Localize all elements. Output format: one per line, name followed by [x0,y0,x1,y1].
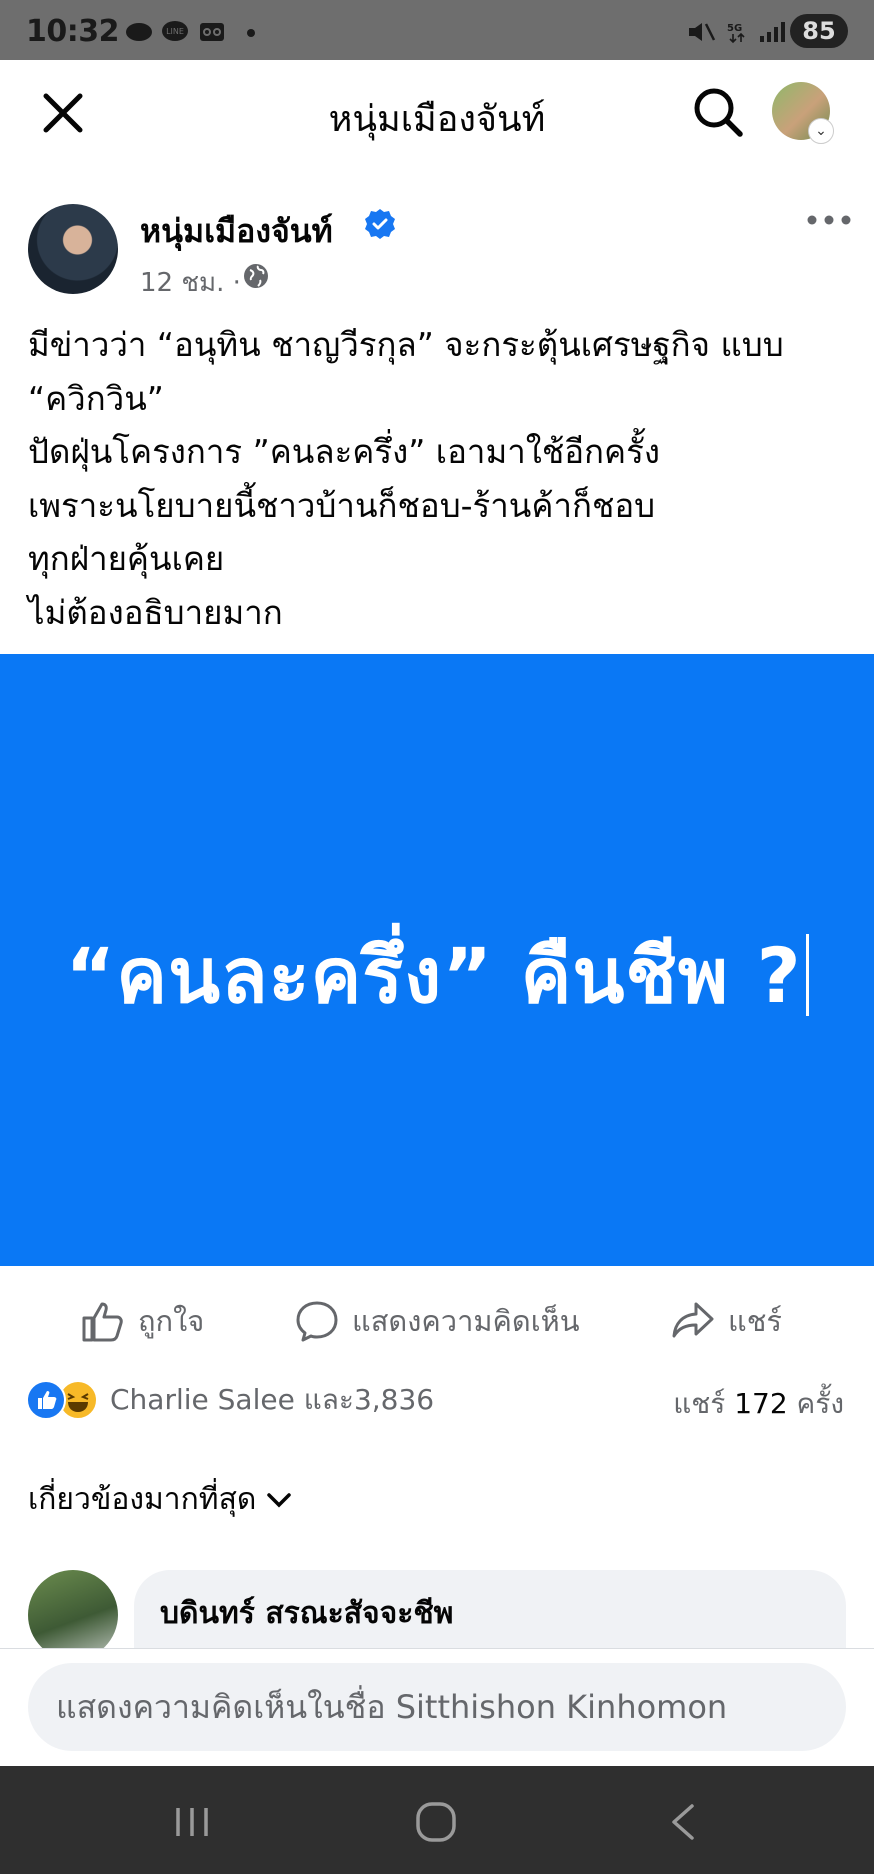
search-icon[interactable] [690,84,746,140]
post-image[interactable]: “คนละครึ่ง” คืนชีพ ? [0,654,874,1266]
back-icon[interactable] [662,1800,706,1844]
commenter-avatar[interactable] [28,1570,118,1660]
post-text: มีข่าวว่า “อนุทิน ชาญวีรกุล” จะกระตุ้นเศ… [28,325,784,632]
like-label: ถูกใจ [138,1304,205,1338]
post-image-caption: “คนละครึ่ง” คืนชีพ ? [0,916,874,1036]
share-label: แชร์ [728,1304,782,1338]
commenter-name[interactable]: บดินทร์ สรณะสัจจะชีพ [160,1590,453,1637]
notification-icon [126,23,152,41]
dot-icon [247,29,255,37]
reaction-count: Charlie Salee และ3,836 [110,1383,435,1416]
mute-icon [689,23,716,41]
signal-icon [760,22,785,42]
battery-indicator: 85 [790,14,848,48]
comment-label: แสดงความคิดเห็น [352,1304,580,1338]
thumbs-up-icon [82,1302,123,1342]
recent-apps-icon[interactable] [170,1800,214,1844]
author-name[interactable]: หนุ่มเมืองจันท์ [140,206,333,257]
post-image-caption-text: “คนละครึ่ง” คืนชีพ ? [65,931,802,1020]
like-reaction-icon [26,1380,66,1420]
comment-icon [296,1301,338,1342]
comment-button[interactable]: แสดงความคิดเห็น [294,1296,580,1346]
system-nav-bar [0,1766,874,1874]
verified-badge-icon [365,209,395,239]
like-button[interactable]: ถูกใจ [80,1296,204,1346]
share-count-label: แชร์ [673,1387,726,1420]
comment-composer-bar: แสดงความคิดเห็นในชื่อ Sitthishon Kinhomo… [0,1648,874,1766]
reaction-summary[interactable]: Charlie Salee และ3,836 [26,1378,434,1422]
share-count[interactable]: แชร์ 172 ครั้ง [673,1382,844,1426]
home-icon[interactable] [414,1800,458,1844]
share-icon [672,1302,714,1338]
post-timestamp[interactable]: 12 ชม. · [140,262,241,303]
author-avatar[interactable] [28,204,118,294]
more-options-icon[interactable] [806,210,852,230]
svg-text:LINE: LINE [166,27,184,36]
network-5g-icon: 5G [727,23,745,44]
share-count-value: 172 [734,1387,788,1420]
globe-icon [244,264,268,288]
chevron-down-icon [267,1492,292,1507]
share-button[interactable]: แชร์ [670,1296,782,1346]
comment-sort-dropdown[interactable]: เกี่ยวข้องมากที่สุด [28,1476,294,1523]
app-bar: หนุ่มเมืองจันท์ ⌄ [0,60,874,166]
comment-sort-label: เกี่ยวข้องมากที่สุด [28,1482,257,1517]
status-bar: 10:32 LINE 5G 85 [0,0,874,60]
share-count-unit: ครั้ง [796,1387,844,1420]
post-actions: ถูกใจ แสดงความคิดเห็น แชร์ [0,1290,874,1352]
comment-input[interactable]: แสดงความคิดเห็นในชื่อ Sitthishon Kinhomo… [28,1663,846,1751]
status-time: 10:32 [26,14,120,49]
line-app-icon: LINE [162,21,188,41]
chevron-down-icon[interactable]: ⌄ [808,118,834,144]
svg-text:5G: 5G [727,23,742,34]
text-cursor [805,934,809,1016]
voicemail-icon [200,23,224,41]
